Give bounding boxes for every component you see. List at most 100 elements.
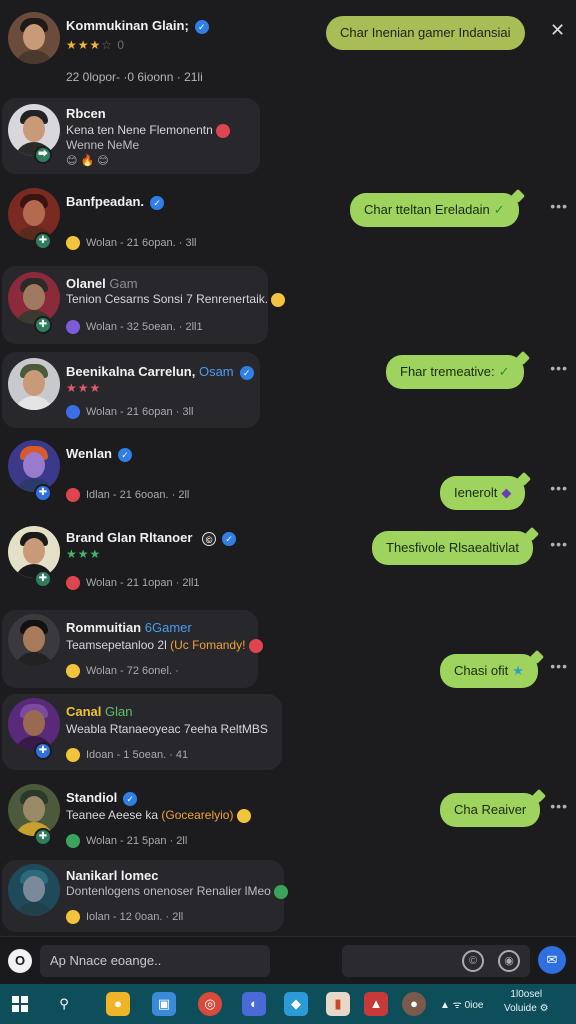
timestamp: Wolan - 72 6onel. ·	[66, 664, 179, 678]
more-icon[interactable]: •••	[550, 658, 568, 674]
folder-icon[interactable]: ▣	[152, 992, 176, 1016]
contact-name: Beenikalna Carrelun, Osam ✓	[66, 364, 254, 380]
send-button[interactable]: ✉	[538, 946, 566, 974]
timestamp: Idlan - 21 6ooan. · 2ll	[66, 488, 189, 502]
message-preview: Kena ten Nene Flemonentn	[66, 123, 236, 138]
list-item[interactable]: ✚ Canal Glan Weabla Rtanaeoyeac 7eeha Re…	[0, 692, 576, 774]
avatar[interactable]	[8, 698, 60, 750]
gamepad-icon[interactable]: ●	[106, 992, 130, 1016]
game-icon	[66, 576, 80, 590]
status-badge: ✚	[34, 232, 52, 250]
contact-name: Rbcen	[66, 106, 106, 121]
status-badge: ✚	[34, 828, 52, 846]
status-badge: ⮕	[34, 146, 52, 164]
smile-icon	[271, 292, 286, 307]
list-item[interactable]: Rommuitian 6Gamer Teamsepetanloo 2l (Uc …	[0, 608, 576, 692]
status-badge: ✚	[34, 570, 52, 588]
list-item[interactable]: ✚ Wenlan ✓ Idlan - 21 6ooan. · 2ll Ienero…	[0, 436, 576, 520]
more-icon[interactable]: •••	[550, 480, 568, 496]
timestamp: Wolan - 21 1opan · 2ll1	[66, 576, 200, 590]
chat-feed: Kommukinan Glain; ✓ ★★★☆ 0 22 0lopor- ·0 …	[0, 0, 576, 936]
status-badge: ✚	[34, 316, 52, 334]
rating-stars: ★★★	[66, 547, 102, 561]
avatar[interactable]	[8, 526, 60, 578]
header-reply-bubble[interactable]: Char Inenian gamer Indansiai	[326, 16, 525, 50]
contact-name: Canal Glan	[66, 704, 133, 719]
message-preview: Teanee Aeese ka (Gocearelyio)	[66, 808, 257, 823]
game-icon	[66, 320, 80, 334]
check-icon: ✓	[493, 202, 505, 217]
verified-icon: ✓	[194, 19, 209, 34]
browser-icon[interactable]: ◎	[198, 992, 222, 1016]
system-tray[interactable]: ▲ ᯤ 0ioe	[440, 997, 484, 1011]
star-icon: ★	[512, 663, 524, 678]
reply-bubble[interactable]: Chasi ofit ★	[440, 654, 538, 688]
timestamp: Iolan - 12 0oan. · 2ll	[66, 910, 183, 924]
edge-icon[interactable]: ◐	[242, 992, 266, 1016]
avatar[interactable]	[8, 864, 60, 916]
search-icon[interactable]: ⚲	[52, 992, 76, 1016]
contact-name: Banfpeadan. ✓	[66, 194, 165, 210]
contact-name: Brand Glan Rltanoer © ✓	[66, 530, 237, 546]
verified-icon: ✓	[222, 531, 237, 546]
list-item[interactable]: ✚ Banfpeadan. ✓ Wolan - 21 6opan. · 3ll C…	[0, 176, 576, 260]
verified-icon: ✓	[123, 791, 138, 806]
start-icon[interactable]	[8, 992, 32, 1016]
list-item[interactable]: Beenikalna Carrelun, Osam ✓ ★★★ Wolan - 2…	[0, 350, 576, 432]
avatar[interactable]	[8, 12, 60, 64]
status-badge: ✚	[34, 484, 52, 502]
attach-icon[interactable]: ©	[462, 950, 484, 972]
avatar[interactable]	[8, 104, 60, 156]
timestamp: Wolan - 21 6opan · 3ll	[66, 405, 193, 419]
check-icon: ✓	[498, 364, 510, 379]
camera-icon[interactable]: ◉	[498, 950, 520, 972]
clock[interactable]: 1l0osel Voluide ⚙	[504, 988, 549, 1016]
avatar[interactable]	[8, 272, 60, 324]
more-icon[interactable]: •••	[550, 798, 568, 814]
smile-icon	[66, 748, 80, 762]
contact-name: Wenlan ✓	[66, 446, 132, 462]
document-icon[interactable]: ▮	[326, 992, 350, 1016]
app-icon[interactable]: ▲	[364, 992, 388, 1016]
timestamp: Wolan - 21 5pan · 2ll	[66, 834, 187, 848]
verified-icon: ✓	[118, 447, 132, 462]
avatar[interactable]	[8, 440, 60, 492]
timestamp: Wolan - 32 5oean. · 2ll1	[66, 320, 203, 334]
reply-bubble[interactable]: Thesfivole Rlsaealtivlat	[372, 531, 533, 565]
list-item[interactable]: ✚ Olanel Gam Tenion Cesarns Sonsi 7 Renr…	[0, 262, 576, 346]
avatar[interactable]	[8, 188, 60, 240]
timestamp: Wolan - 21 6opan. · 3ll	[66, 236, 196, 250]
list-item[interactable]: ✚ Brand Glan Rltanoer © ✓ ★★★ Wolan - 21 …	[0, 520, 576, 608]
alert-icon	[248, 638, 263, 653]
more-icon[interactable]: •••	[550, 536, 568, 552]
reply-bubble[interactable]: Char tteltan Ereladain ✓	[350, 193, 519, 227]
message-composer: O Ap Nnace eoange.. © ◉ ✉	[0, 936, 576, 984]
online-icon	[66, 834, 80, 848]
profile-icon[interactable]: ●	[402, 992, 426, 1016]
reply-bubble[interactable]: Cha Reaiver	[440, 793, 541, 827]
list-item[interactable]: Nanikarl lomec Dontenlogens onenoser Ren…	[0, 858, 576, 936]
avatar[interactable]	[8, 358, 60, 410]
verified-icon: ✓	[150, 195, 165, 210]
reply-bubble[interactable]: Ienerolt ◆	[440, 476, 526, 510]
controller-icon: ◆	[501, 485, 512, 500]
reply-bubble[interactable]: Fhar tremeative: ✓	[386, 355, 524, 389]
header-name: Kommukinan Glain; ✓	[66, 18, 209, 34]
avatar[interactable]	[8, 784, 60, 836]
more-icon[interactable]: •••	[550, 360, 568, 376]
avatar[interactable]	[8, 614, 60, 666]
globe-icon	[66, 405, 80, 419]
taskbar: ⚲ ● ▣ ◎ ◐ ◆ ▮ ▲ ● ▲ ᯤ 0ioe 1l0osel Volui…	[0, 984, 576, 1024]
header-row[interactable]: Kommukinan Glain; ✓ ★★★☆ 0 22 0lopor- ·0 …	[0, 0, 576, 96]
list-item[interactable]: ✚ Standiol ✓ Teanee Aeese ka (Gocearelyio…	[0, 776, 576, 860]
header-timestamp: 22 0lopor- ·0 6ioonn · 21li	[66, 70, 203, 84]
rating-stars: ★★★	[66, 381, 102, 395]
contact-name: Olanel Gam	[66, 276, 138, 291]
more-icon[interactable]: •••	[550, 198, 568, 214]
smile-icon	[66, 910, 80, 924]
emoji-picker-button[interactable]: O	[8, 949, 32, 973]
close-icon[interactable]: ✕	[550, 20, 565, 41]
list-item[interactable]: ⮕ Rbcen Kena ten Nene Flemonentn Wenne N…	[0, 96, 576, 176]
message-input[interactable]: Ap Nnace eoange..	[40, 945, 270, 977]
store-icon[interactable]: ◆	[284, 992, 308, 1016]
